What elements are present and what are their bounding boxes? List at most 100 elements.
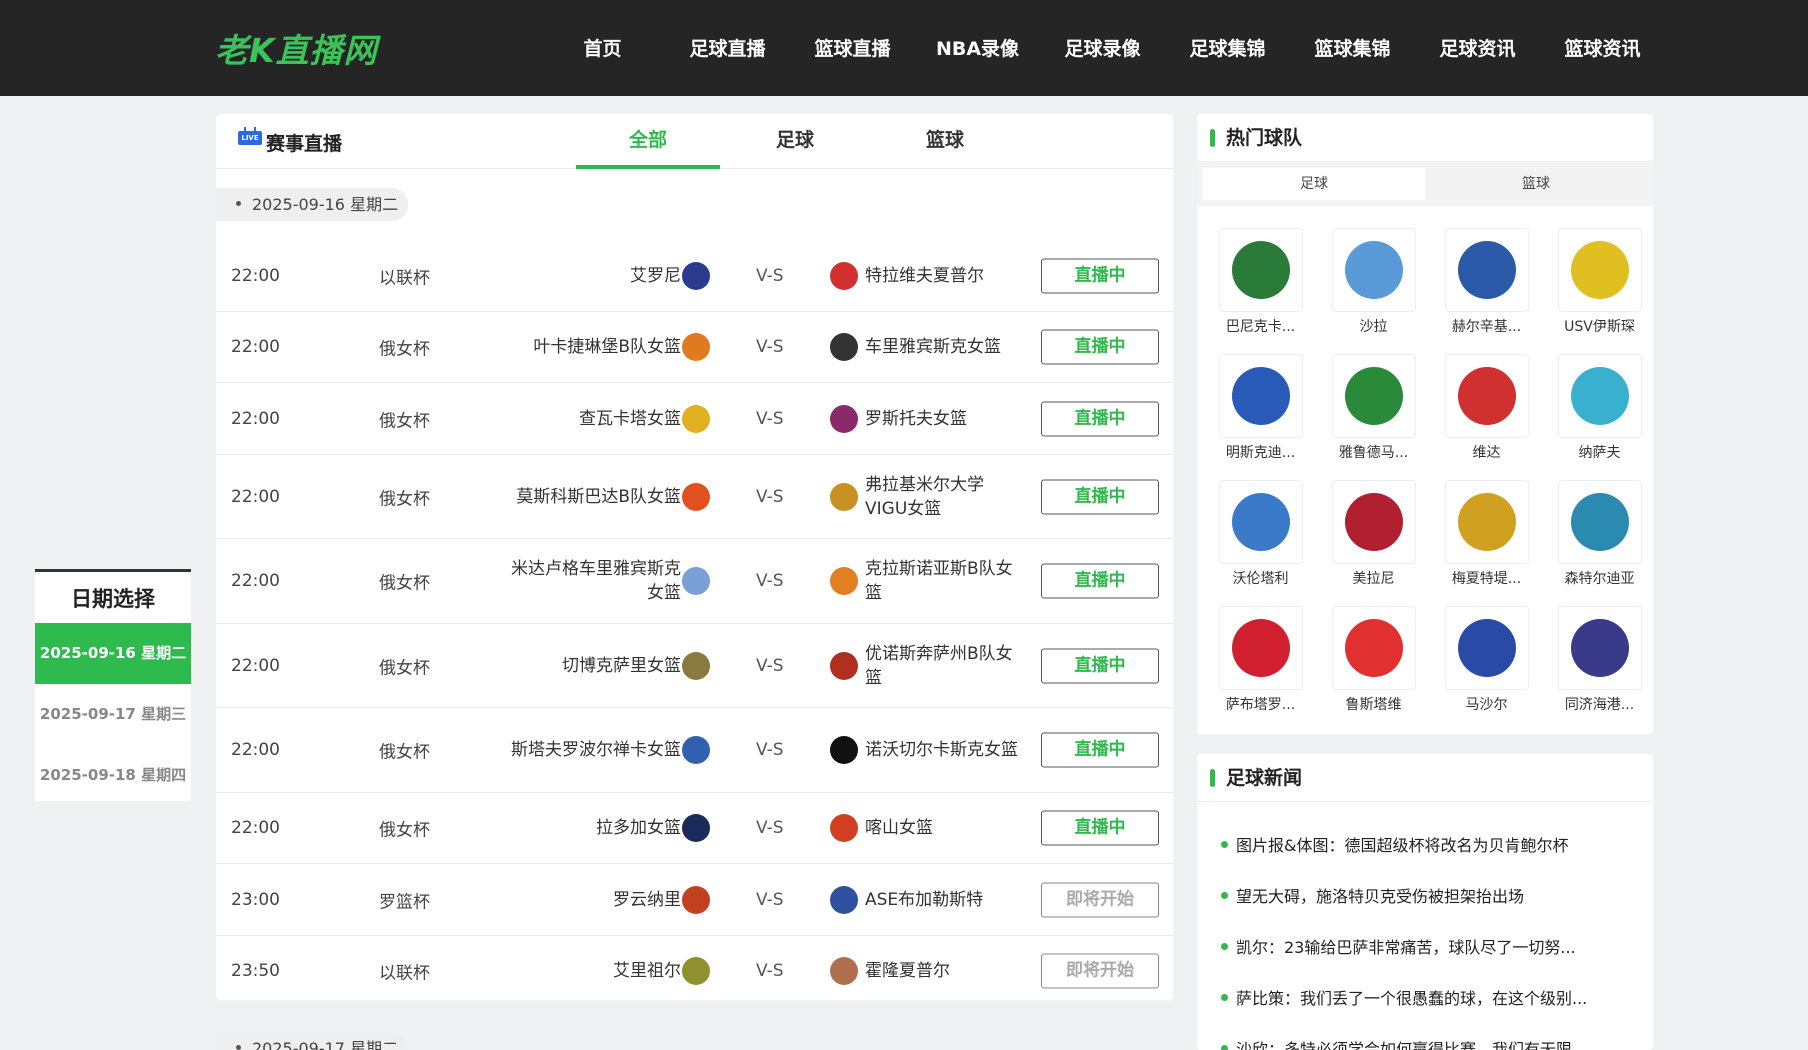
tab-football[interactable]: 足球 [720,114,870,169]
team-card[interactable]: 沙拉 [1317,218,1430,344]
match-league: 俄女杯 [379,339,430,360]
watch-button[interactable]: 直播中 [1041,479,1159,514]
away-team-name: 克拉斯诺亚斯B队女篮 [865,559,1013,603]
match-league: 俄女杯 [379,489,430,509]
watch-button[interactable]: 直播中 [1041,258,1159,294]
sport-tabs: 全部 足球 篮球 [576,114,1020,169]
match-row[interactable]: 22:00 俄女杯 米达卢格车里雅宾斯克女篮 V-S 克拉斯诺亚斯B队女篮 直播中 [216,539,1173,624]
match-time: 22:00 [231,337,280,357]
team-logo-icon [1444,228,1529,312]
match-time: 23:00 [231,889,280,910]
watch-button[interactable]: 即将开始 [1041,882,1159,917]
team-card[interactable]: 马沙尔 [1430,596,1543,722]
home-team-logo-icon [682,262,710,290]
match-league: 罗篮杯 [379,892,430,912]
team-logo-icon [1218,606,1303,690]
date-option[interactable]: 2025-09-16 星期二 [35,623,191,684]
nav-football-live[interactable]: 足球直播 [665,0,790,96]
home-team-logo-icon [682,885,710,914]
live-tv-icon: LIVE [238,126,262,147]
away-team-name: 优诺斯奔萨州B队女篮 [865,643,1013,688]
team-card[interactable]: 赫尔辛基... [1430,218,1543,344]
news-item[interactable]: 萨比策：我们丢了一个很愚蠢的球，在这个级别... [1197,985,1653,1036]
news-item[interactable]: 沙欣：多特必须学会如何赢得比赛，我们有无限... [1197,1036,1653,1050]
date-picker-title: 日期选择 [71,587,155,611]
vs-label: V-S [756,655,784,676]
news-item[interactable]: 望无大碍，施洛特贝克受伤被担架抬出场 [1197,883,1653,934]
watch-button[interactable]: 即将开始 [1041,953,1159,989]
team-name: 萨布塔罗... [1225,697,1296,713]
team-card[interactable]: 维达 [1430,344,1543,470]
team-card[interactable]: 萨布塔罗... [1204,596,1317,722]
team-card[interactable]: 巴尼克卡... [1204,218,1317,344]
news-item[interactable]: 凯尔：23输给巴萨非常痛苦，球队尽了一切努... [1197,934,1653,985]
team-name: 巴尼克卡... [1225,319,1296,335]
site-logo[interactable]: 老K直播网 [215,24,378,72]
team-name: 梅夏特堤... [1451,571,1522,587]
team-card[interactable]: 森特尔迪亚 [1543,470,1656,596]
match-row[interactable]: 22:00 俄女杯 莫斯科斯巴达B队女篮 V-S 弗拉基米尔大学VIGU女篮 直播中 [216,455,1173,539]
away-team-logo-icon [830,333,858,361]
date-option[interactable]: 2025-09-17 星期三 [35,684,191,745]
nav-basketball-live[interactable]: 篮球直播 [790,0,915,96]
watch-button[interactable]: 直播中 [1041,563,1159,599]
nav-football-news[interactable]: 足球资讯 [1415,0,1540,96]
team-logo-icon [1218,354,1303,438]
team-card[interactable]: 雅鲁德马... [1317,344,1430,470]
watch-button[interactable]: 直播中 [1041,401,1159,436]
watch-button[interactable]: 直播中 [1041,648,1159,683]
home-team-name: 拉多加女篮 [596,818,681,838]
tab-basketball[interactable]: 篮球 [870,114,1020,169]
team-card[interactable]: 鲁斯塔维 [1317,596,1430,722]
match-time: 22:00 [231,740,280,760]
main-nav: 首页 足球直播 篮球直播 NBA录像 足球录像 足球集锦 篮球集锦 足球资讯 篮… [540,0,1665,96]
team-logo-icon [1331,606,1416,690]
tab-all[interactable]: 全部 [576,114,720,169]
match-row[interactable]: 22:00 俄女杯 拉多加女篮 V-S 喀山女篮 直播中 [216,793,1173,864]
team-logo-icon [1218,480,1303,564]
news-item[interactable]: 图片报&体图：德国超级杯将改名为贝肯鲍尔杯 [1197,832,1653,883]
team-card[interactable]: 纳萨夫 [1543,344,1656,470]
team-card[interactable]: 明斯克迪... [1204,344,1317,470]
team-card[interactable]: 美拉尼 [1317,470,1430,596]
team-card[interactable]: USV伊斯琛 [1543,218,1656,344]
match-row[interactable]: 23:00 罗篮杯 罗云纳里 V-S ASE布加勒斯特 即将开始 [216,864,1173,936]
vs-label: V-S [756,266,784,286]
away-team-name: 弗拉基米尔大学VIGU女篮 [865,474,984,519]
match-time: 22:00 [231,266,280,286]
match-row[interactable]: 22:00 俄女杯 斯塔夫罗波尔禅卡女篮 V-S 诺沃切尔卡斯克女篮 直播中 [216,708,1173,793]
watch-button[interactable]: 直播中 [1041,810,1159,846]
nav-football-replay[interactable]: 足球录像 [1040,0,1165,96]
match-row[interactable]: 22:00 以联杯 艾罗尼 V-S 特拉维夫夏普尔 直播中 [216,241,1173,312]
match-league: 以联杯 [379,268,430,289]
away-team-name: 罗斯托夫女篮 [865,408,967,429]
home-team-name: 莫斯科斯巴达B队女篮 [516,486,681,507]
nav-basketball-highlights[interactable]: 篮球集锦 [1290,0,1415,96]
match-row[interactable]: 23:50 以联杯 艾里祖尔 V-S 霍隆夏普尔 即将开始 [216,936,1173,1007]
tab-football[interactable]: 足球 [1203,168,1425,200]
away-team-name: 特拉维夫夏普尔 [865,266,984,286]
nav-nba-replay[interactable]: NBA录像 [915,0,1040,96]
away-team-logo-icon [830,262,858,290]
vs-label: V-S [756,889,784,910]
team-card[interactable]: 同济海港... [1543,596,1656,722]
match-row[interactable]: 22:00 俄女杯 叶卡捷琳堡B队女篮 V-S 车里雅宾斯克女篮 直播中 [216,312,1173,383]
team-card[interactable]: 沃伦塔利 [1204,470,1317,596]
team-logo-icon [1444,480,1529,564]
nav-basketball-news[interactable]: 篮球资讯 [1540,0,1665,96]
home-team-name: 罗云纳里 [613,889,681,910]
match-time: 23:50 [231,961,280,981]
team-card[interactable]: 梅夏特堤... [1430,470,1543,596]
match-row[interactable]: 22:00 俄女杯 切博克萨里女篮 V-S 优诺斯奔萨州B队女篮 直播中 [216,624,1173,708]
watch-button[interactable]: 直播中 [1041,329,1159,365]
nav-home[interactable]: 首页 [540,0,665,96]
match-row[interactable]: 22:00 俄女杯 查瓦卡塔女篮 V-S 罗斯托夫女篮 直播中 [216,383,1173,455]
home-team-logo-icon [682,957,710,985]
team-logo-icon [1331,228,1416,312]
away-team-name: 车里雅宾斯克女篮 [865,337,1001,357]
tab-basketball[interactable]: 篮球 [1425,168,1647,200]
date-option[interactable]: 2025-09-18 星期四 [35,745,191,806]
nav-football-highlights[interactable]: 足球集锦 [1165,0,1290,96]
watch-button[interactable]: 直播中 [1041,732,1159,768]
team-logo-icon [1557,480,1642,564]
